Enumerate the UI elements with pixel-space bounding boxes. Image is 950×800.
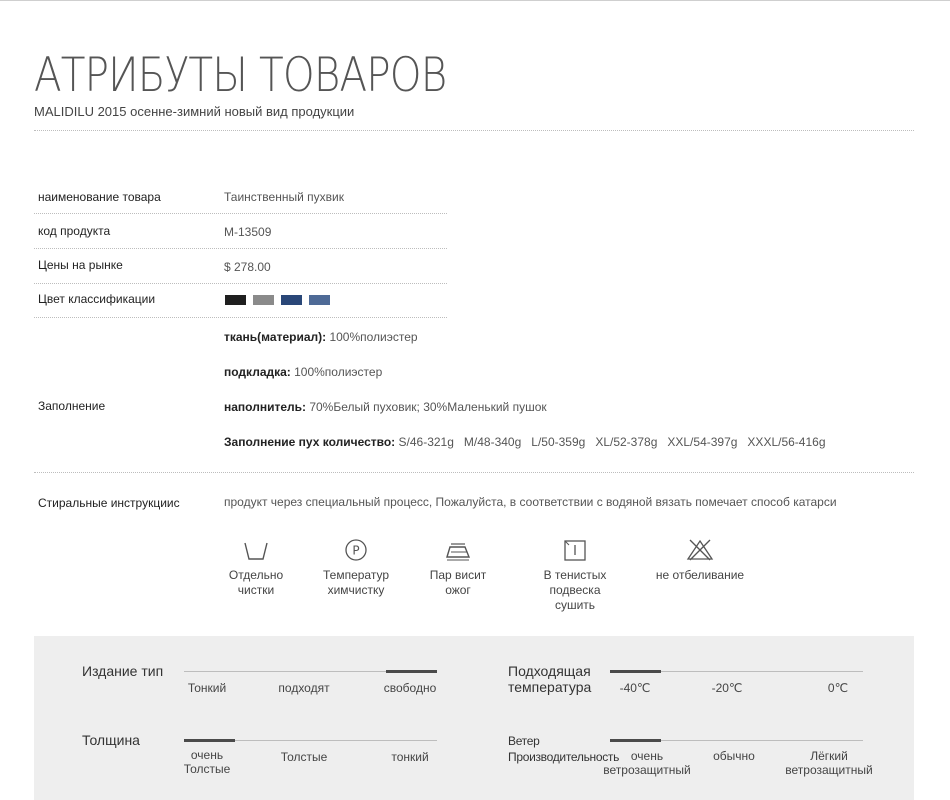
product-name-value: Таинственный пухвик: [224, 190, 344, 204]
care-item-shade-dry: В тенистых подвеска сушить: [530, 538, 620, 613]
thickness-option-thin: тонкий: [391, 750, 429, 764]
option-line: Толстые: [183, 762, 231, 776]
care-text: химчистку: [327, 583, 385, 597]
page-title: АТРИБУТЫ ТОВАРОВ: [34, 48, 447, 103]
care-text: Отдельно: [228, 568, 284, 582]
dry-clean-p-icon: P: [345, 539, 367, 561]
care-text: Пар висит: [429, 568, 487, 582]
down-amount-row: Заполнение пух количество: S/46-321g M/4…: [224, 435, 826, 449]
row-divider: [34, 317, 447, 318]
color-swatch-blue[interactable]: [309, 295, 330, 305]
fabric-material-row: ткань(материал): 100%полиэстер: [224, 330, 418, 344]
lining-label: подкладка:: [224, 365, 291, 379]
thickness-title: Толщина: [82, 732, 140, 748]
temperature-selected-marker: [610, 670, 661, 673]
temperature-option-minus20: -20℃: [711, 681, 743, 695]
filler-label: наполнитель:: [224, 400, 306, 414]
thickness-option-thick: Толстые: [280, 750, 328, 764]
product-name-label: наименование товара: [38, 190, 161, 204]
wash-tub-icon: [244, 542, 268, 560]
care-text: ожог: [445, 583, 471, 597]
thickness-selected-marker: [184, 739, 235, 742]
option-line: очень: [630, 749, 664, 763]
lining-value: 100%полиэстер: [290, 365, 383, 379]
product-code-label: код продукта: [38, 224, 111, 238]
temperature-option-zero: 0℃: [827, 681, 849, 695]
color-classification-label: Цвет классификации: [38, 292, 156, 306]
top-border: [0, 0, 950, 1]
filling-label: Заполнение: [38, 399, 106, 413]
option-line: очень: [190, 748, 224, 762]
filler-value: 70%Белый пуховик; 30%Маленький пушок: [306, 400, 547, 414]
option-line: ветрозащитный: [603, 763, 691, 777]
market-price-value: $ 278.00: [224, 260, 271, 274]
fit-type-title: Издание тип: [82, 663, 164, 679]
section-divider: [34, 472, 914, 473]
wind-selected-marker: [610, 739, 661, 742]
row-divider: [34, 283, 447, 284]
fit-selected-marker: [386, 670, 437, 673]
option-line: Лёгкий: [810, 749, 848, 763]
wash-instructions-value: продукт через специальный процесс, Пожал…: [224, 495, 837, 509]
care-text: не отбеливание: [655, 568, 745, 582]
option-line: ветрозащитный: [785, 763, 873, 777]
care-item-iron: Пар висит ожог: [413, 538, 503, 598]
care-item-wash: Отдельно чистки: [211, 538, 301, 598]
header-divider: [34, 130, 914, 131]
fit-option-regular: подходят: [278, 681, 330, 695]
care-text: подвеска сушить: [549, 583, 601, 612]
row-divider: [34, 248, 447, 249]
wind-title-line1: Ветер: [508, 734, 540, 748]
care-text: Температур: [322, 568, 389, 582]
product-code-value: M-13509: [224, 225, 272, 239]
wash-instructions-label: Стиральные инструкциис: [38, 496, 180, 510]
lining-row: подкладка: 100%полиэстер: [224, 365, 382, 379]
care-text: В тенистых: [543, 568, 607, 582]
down-amount-value: S/46-321g M/48-340g L/50-359g XL/52-378g…: [395, 435, 826, 449]
temperature-title-line1: Подходящая: [508, 663, 591, 679]
fabric-material-label: ткань(материал):: [224, 330, 327, 344]
care-text: чистки: [237, 583, 275, 597]
color-swatch-gray[interactable]: [253, 295, 274, 305]
color-swatch-navy[interactable]: [281, 295, 302, 305]
page-subtitle: MALIDILU 2015 осенне-зимний новый вид пр…: [34, 104, 355, 119]
care-item-no-bleach: не отбеливание: [655, 538, 745, 583]
wind-option-light-windproof: Лёгкий ветрозащитный: [769, 749, 889, 777]
down-amount-label: Заполнение пух количество:: [224, 435, 396, 449]
filler-row: наполнитель: 70%Белый пуховик; 30%Малень…: [224, 400, 547, 414]
no-bleach-icon: [686, 539, 714, 561]
market-price-label: Цены на рынке: [38, 258, 123, 272]
care-item-dry-clean: P Температур химчистку: [311, 538, 401, 598]
svg-text:P: P: [352, 544, 359, 558]
fit-option-loose: свободно: [383, 681, 437, 695]
shade-dry-icon: [564, 540, 586, 561]
row-divider: [34, 213, 447, 214]
color-swatch-black[interactable]: [225, 295, 246, 305]
iron-icon: [446, 543, 471, 561]
fabric-material-value: 100%полиэстер: [326, 330, 418, 344]
